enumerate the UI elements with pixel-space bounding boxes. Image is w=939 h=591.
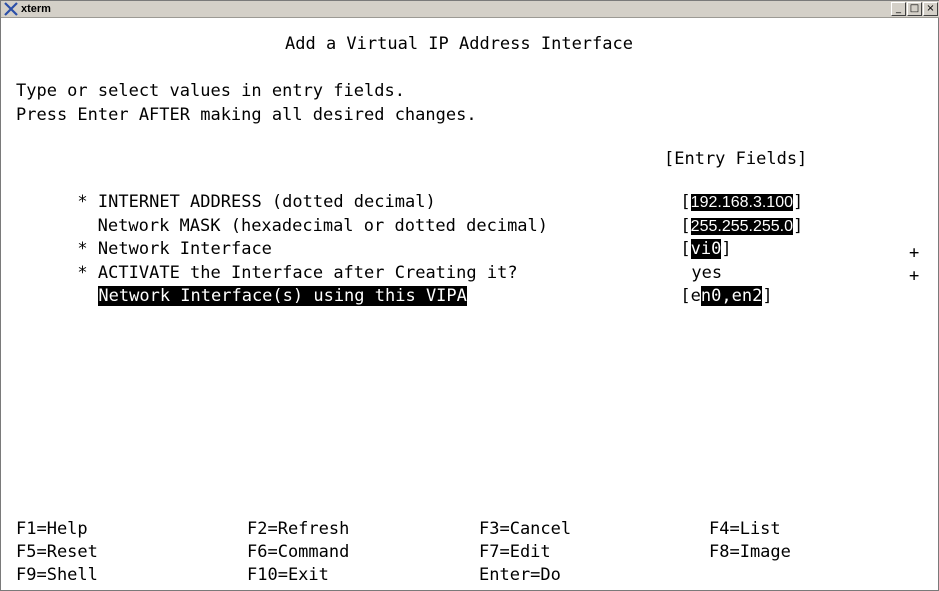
internet-address-field[interactable]: [192.168.3.100] [619, 172, 803, 212]
close-button[interactable]: × [923, 2, 938, 16]
instruction-line-2: Press Enter AFTER making all desired cha… [16, 105, 477, 125]
f5-reset-key[interactable]: F5=Reset [16, 542, 98, 562]
instruction-line-1: Type or select values in entry fields. [16, 81, 405, 101]
terminal-screen[interactable]: Add a Virtual IP Address Interface Type … [16, 19, 936, 589]
list-indicator[interactable]: + [909, 266, 919, 286]
network-interface-field[interactable]: [vi0] [619, 219, 732, 259]
field-row-selected: Network Interface(s) using this VIPA [37, 266, 467, 306]
vipa-interfaces-value[interactable]: n0,en2 [700, 286, 763, 306]
f4-list-key[interactable]: F4=List [709, 519, 781, 539]
field-row: * INTERNET ADDRESS (dotted decimal) [16, 172, 435, 212]
f10-exit-key[interactable]: F10=Exit [247, 565, 329, 585]
enter-do-key[interactable]: Enter=Do [479, 565, 561, 585]
field-row: * ACTIVATE the Interface after Creating … [16, 243, 517, 283]
activate-interface-field[interactable]: yes [630, 243, 722, 283]
f2-refresh-key[interactable]: F2=Refresh [247, 519, 349, 539]
field-label-selected: Network Interface(s) using this VIPA [98, 286, 467, 306]
window-title: xterm [21, 3, 51, 15]
xterm-window: xterm _ □ × Add a Virtual IP Address Int… [0, 0, 939, 591]
field-row: Network MASK (hexadecimal or dotted deci… [16, 196, 548, 236]
f9-shell-key[interactable]: F9=Shell [16, 565, 98, 585]
f8-image-key[interactable]: F8=Image [709, 542, 791, 562]
vipa-interfaces-field[interactable]: [en0,en2] [619, 266, 773, 306]
f7-edit-key[interactable]: F7=Edit [479, 542, 551, 562]
field-row: * Network Interface [16, 219, 272, 259]
title-bar[interactable]: xterm _ □ × [1, 1, 939, 18]
x-logo-icon [4, 2, 18, 16]
f1-help-key[interactable]: F1=Help [16, 519, 88, 539]
entry-fields-header: [Entry Fields] [664, 149, 808, 169]
network-mask-field[interactable]: [255.255.255.0] [619, 196, 803, 236]
list-indicator[interactable]: + [909, 243, 919, 263]
minimize-button[interactable]: _ [891, 2, 906, 16]
maximize-button[interactable]: □ [907, 2, 922, 16]
screen-heading: Add a Virtual IP Address Interface [285, 34, 633, 54]
f3-cancel-key[interactable]: F3=Cancel [479, 519, 571, 539]
f6-command-key[interactable]: F6=Command [247, 542, 349, 562]
